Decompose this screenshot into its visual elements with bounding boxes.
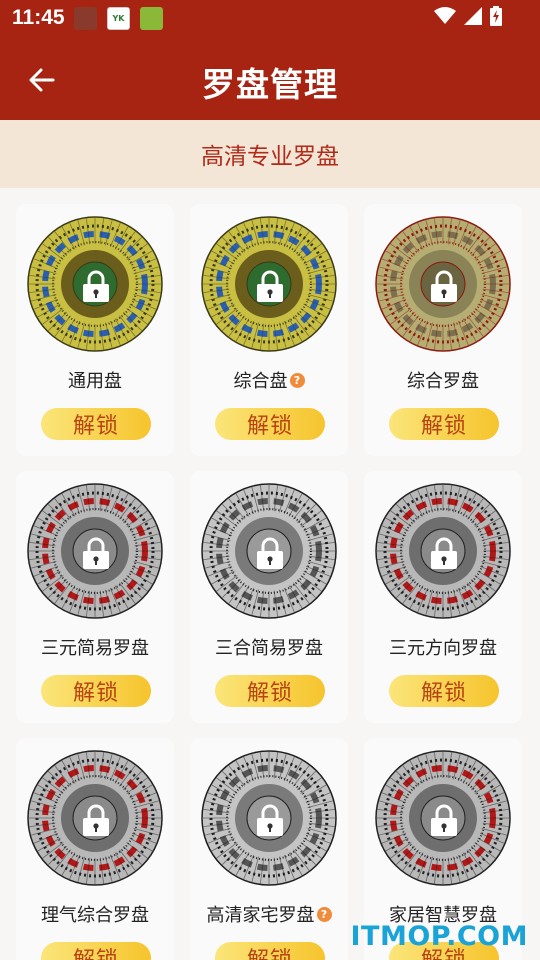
status-time: 11:45 xyxy=(12,6,65,29)
compass-card[interactable]: 三元简易罗盘 解锁 xyxy=(16,471,174,723)
compass-name-label: 高清家宅罗盘 xyxy=(206,905,315,926)
compass-name: 高清家宅罗盘? xyxy=(190,901,348,927)
compass-name-label: 三合简易罗盘 xyxy=(215,638,323,659)
compass-name: 三合简易罗盘 xyxy=(190,634,348,660)
compass-name-label: 三元方向罗盘 xyxy=(389,638,497,659)
unlock-button[interactable]: 解锁 xyxy=(41,675,151,707)
compass-name: 综合罗盘 xyxy=(364,367,522,393)
compass-name-label: 通用盘 xyxy=(68,371,122,392)
app-notification-icon-2: YK xyxy=(107,7,130,30)
cellular-signal-icon xyxy=(464,7,482,25)
compass-card[interactable]: 理气综合罗盘解锁 xyxy=(16,738,174,960)
lock-icon xyxy=(83,270,109,302)
unlock-button[interactable]: 解锁 xyxy=(215,942,325,960)
battery-charging-icon xyxy=(490,6,502,26)
lock-icon xyxy=(431,537,457,569)
compass-card[interactable]: 高清家宅罗盘? 解锁 xyxy=(190,738,348,960)
wifi-icon xyxy=(434,7,456,24)
compass-name-label: 三元简易罗盘 xyxy=(41,638,149,659)
compass-name-label: 综合罗盘 xyxy=(407,371,479,392)
lock-icon xyxy=(257,804,283,836)
lock-icon xyxy=(431,270,457,302)
compass-name: 综合盘? xyxy=(190,367,348,393)
help-icon[interactable]: ? xyxy=(289,373,305,388)
watermark: ITMOP.COM xyxy=(350,921,528,952)
compass-grid: 通用盘 解锁 综合盘? 解锁 综合罗盘 解锁 三元简易罗盘 解锁 三合简易罗盘 解锁 xyxy=(0,188,540,960)
page-title: 罗盘管理 xyxy=(202,65,338,104)
compass-name: 三元简易罗盘 xyxy=(16,634,174,660)
banner-text: 高清专业罗盘 xyxy=(201,144,339,170)
lock-icon xyxy=(83,537,109,569)
compass-name: 理气综合罗盘 xyxy=(16,901,174,927)
app-notification-icon-1 xyxy=(74,7,97,30)
unlock-button[interactable]: 解锁 xyxy=(389,408,499,440)
unlock-button[interactable]: 解锁 xyxy=(389,675,499,707)
unlock-button[interactable]: 解锁 xyxy=(215,408,325,440)
unlock-button[interactable]: 解锁 xyxy=(215,675,325,707)
compass-name: 通用盘 xyxy=(16,367,174,393)
lock-icon xyxy=(257,270,283,302)
status-bar: 11:45 YK xyxy=(0,0,540,38)
app-bar: 罗盘管理 xyxy=(0,38,540,120)
compass-name-label: 综合盘 xyxy=(233,371,288,392)
compass-card[interactable]: 三元方向罗盘 解锁 xyxy=(364,471,522,723)
compass-name-label: 理气综合罗盘 xyxy=(41,905,149,926)
compass-card[interactable]: 综合罗盘 解锁 xyxy=(364,204,522,456)
unlock-button[interactable]: 解锁 xyxy=(41,942,151,960)
lock-icon xyxy=(257,537,283,569)
compass-card[interactable]: 三合简易罗盘 解锁 xyxy=(190,471,348,723)
compass-name: 三元方向罗盘 xyxy=(364,634,522,660)
section-banner: 高清专业罗盘 xyxy=(0,120,540,188)
status-icons xyxy=(434,6,502,26)
help-icon[interactable]: ? xyxy=(316,907,332,922)
lock-icon xyxy=(83,804,109,836)
compass-card[interactable]: 综合盘? 解锁 xyxy=(190,204,348,456)
app-notification-icon-3 xyxy=(140,7,163,30)
lock-icon xyxy=(431,804,457,836)
unlock-button[interactable]: 解锁 xyxy=(41,408,151,440)
compass-card[interactable]: 通用盘 解锁 xyxy=(16,204,174,456)
